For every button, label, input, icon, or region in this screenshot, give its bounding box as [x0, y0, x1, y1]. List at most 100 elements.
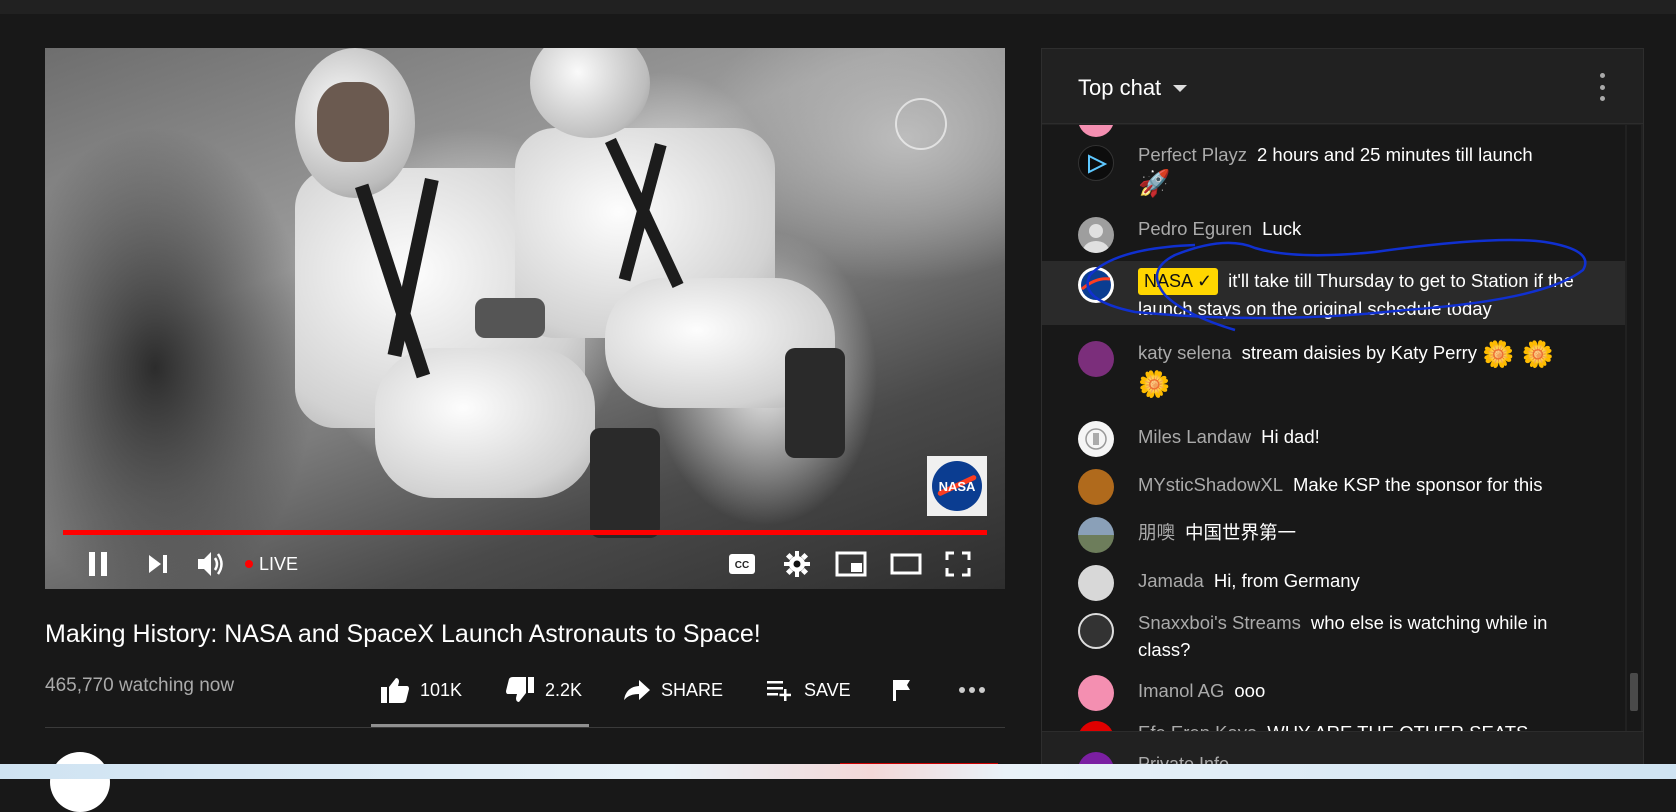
more-horizontal-icon: [959, 687, 985, 693]
daisy-emoji-icon: 🌼: [1138, 369, 1171, 400]
avatar: [1078, 613, 1114, 649]
viewer-count: 465,770 watching now: [45, 675, 235, 696]
settings-gear-icon[interactable]: [782, 549, 812, 579]
chat-header: Top chat: [1042, 49, 1643, 124]
chat-message: Perfect Playz 2 hours and 25 minutes till…: [1042, 141, 1625, 201]
helmet-right: [530, 48, 650, 138]
chat-messages[interactable]: Perfect Playz 2 hours and 25 minutes till…: [1042, 125, 1625, 731]
astronaut-left-legs: [375, 348, 595, 498]
theater-mode-icon[interactable]: [889, 551, 923, 577]
chat-mode-label: Top chat: [1078, 75, 1162, 100]
miniplayer-icon[interactable]: [834, 550, 868, 578]
chat-author[interactable]: Perfect Playz: [1138, 144, 1247, 165]
scrollbar-thumb[interactable]: [1630, 673, 1638, 711]
like-button[interactable]: 101K: [380, 670, 462, 710]
share-label: SHARE: [661, 679, 724, 700]
divider: [45, 727, 1005, 728]
chat-author[interactable]: Miles Landaw: [1138, 426, 1251, 447]
live-dot-icon: [245, 560, 253, 568]
chat-message-highlighted: NASA ✓ it'll take till Thursday to get to…: [1042, 261, 1625, 325]
avatar: [1078, 565, 1114, 601]
save-button[interactable]: SAVE: [766, 670, 851, 710]
player-controls: LIVE CC: [45, 538, 1005, 589]
chat-message: Snaxxboi's Streams who else is watching w…: [1042, 609, 1625, 667]
video-player[interactable]: NASA LIVE CC: [45, 48, 1005, 589]
avatar: [1078, 721, 1114, 731]
chat-text: Make KSP the sponsor for this: [1292, 474, 1543, 495]
chat-author[interactable]: Pedro Eguren: [1138, 218, 1252, 239]
chat-author[interactable]: Imanol AG: [1138, 680, 1224, 701]
rocket-emoji-icon: 🚀: [1138, 168, 1171, 199]
video-title: Making History: NASA and SpaceX Launch A…: [45, 620, 761, 648]
save-label: SAVE: [804, 679, 851, 700]
dropdown-caret-icon: [1173, 84, 1188, 92]
boot: [590, 428, 660, 538]
progress-bar[interactable]: [63, 530, 987, 535]
channel-avatar[interactable]: [50, 752, 110, 812]
live-indicator[interactable]: LIVE: [245, 551, 298, 577]
chat-message: katy selena stream daisies by Katy Perry …: [1042, 333, 1625, 413]
avatar: [1078, 145, 1114, 181]
glove: [475, 298, 545, 338]
chat-text: Luck: [1262, 218, 1302, 239]
fullscreen-icon[interactable]: [943, 549, 973, 579]
spacex-emblem-icon: [895, 98, 947, 150]
chat-message: 朋噢 中国世界第一: [1042, 513, 1625, 557]
chat-message: Imanol AG ooo: [1042, 671, 1625, 715]
avatar: [1078, 517, 1114, 553]
chat-author[interactable]: Efe Eren Kaya: [1138, 722, 1257, 731]
taskbar-strip: [0, 764, 1676, 779]
verified-owner-badge[interactable]: NASA ✓: [1138, 268, 1219, 295]
nasa-watermark-logo: NASA: [927, 456, 987, 516]
chat-text: 中国世界第一: [1185, 522, 1297, 543]
more-actions-button[interactable]: [958, 670, 996, 710]
chat-text: 2 hours and 25 minutes till launch: [1257, 144, 1533, 165]
boot: [785, 348, 845, 458]
avatar: [1078, 125, 1114, 137]
chat-text: WHY ARE THE OTHER SEATS: [1267, 722, 1528, 731]
chat-input-area: Private Info: [1042, 731, 1643, 767]
captions-icon[interactable]: CC: [727, 550, 757, 578]
chat-mode-dropdown[interactable]: Top chat: [1078, 75, 1188, 101]
svg-text:CC: CC: [735, 560, 749, 571]
chat-scrollbar[interactable]: [1627, 125, 1641, 731]
avatar: [1078, 675, 1114, 711]
nasa-avatar: [1078, 267, 1114, 303]
avatar: [1078, 469, 1114, 505]
chat-author[interactable]: Snaxxboi's Streams: [1138, 612, 1301, 633]
avatar: [1078, 421, 1114, 457]
chat-message: MYsticShadowXL Make KSP the sponsor for t…: [1042, 465, 1625, 509]
share-arrow-icon: [624, 680, 650, 700]
visor-left: [317, 82, 389, 162]
next-icon[interactable]: [145, 550, 171, 578]
flag-icon: [893, 680, 910, 701]
chat-message: Jamada Hi, from Germany: [1042, 561, 1625, 605]
chat-menu-icon[interactable]: [1599, 73, 1605, 101]
top-bar: [0, 0, 1676, 14]
volume-icon[interactable]: [195, 548, 227, 580]
report-flag-button[interactable]: [890, 670, 924, 710]
chat-author[interactable]: 朋噢: [1138, 522, 1175, 543]
avatar: [1078, 341, 1114, 377]
live-label: LIVE: [259, 553, 299, 574]
like-count: 101K: [420, 679, 463, 700]
chat-message: Pedro Eguren Luck: [1042, 211, 1625, 253]
chat-text: stream daisies by Katy Perry: [1241, 342, 1478, 363]
share-button[interactable]: SHARE: [623, 670, 723, 710]
daisy-emoji-icon: 🌼 🌼: [1482, 339, 1555, 370]
chat-text: Hi dad!: [1261, 426, 1320, 447]
chat-message: Efe Eren Kaya WHY ARE THE OTHER SEATS: [1042, 717, 1625, 731]
chat-author[interactable]: MYsticShadowXL: [1138, 474, 1283, 495]
chat-text: Hi, from Germany: [1213, 570, 1360, 591]
dislike-button[interactable]: 2.2K: [505, 670, 582, 710]
playlist-add-icon: [767, 681, 791, 701]
thumbs-down-icon: [506, 677, 534, 702]
chat-message: Miles Landaw Hi dad!: [1042, 417, 1625, 461]
chat-text: ooo: [1234, 680, 1266, 701]
avatar: [1078, 217, 1114, 253]
thumbs-up-icon: [381, 678, 409, 703]
chat-author[interactable]: Jamada: [1138, 570, 1204, 591]
chat-author[interactable]: katy selena: [1138, 342, 1232, 363]
live-chat-panel: Top chat Perfect Playz 2 hours and 25 min…: [1041, 48, 1644, 768]
pause-icon[interactable]: [83, 548, 113, 580]
